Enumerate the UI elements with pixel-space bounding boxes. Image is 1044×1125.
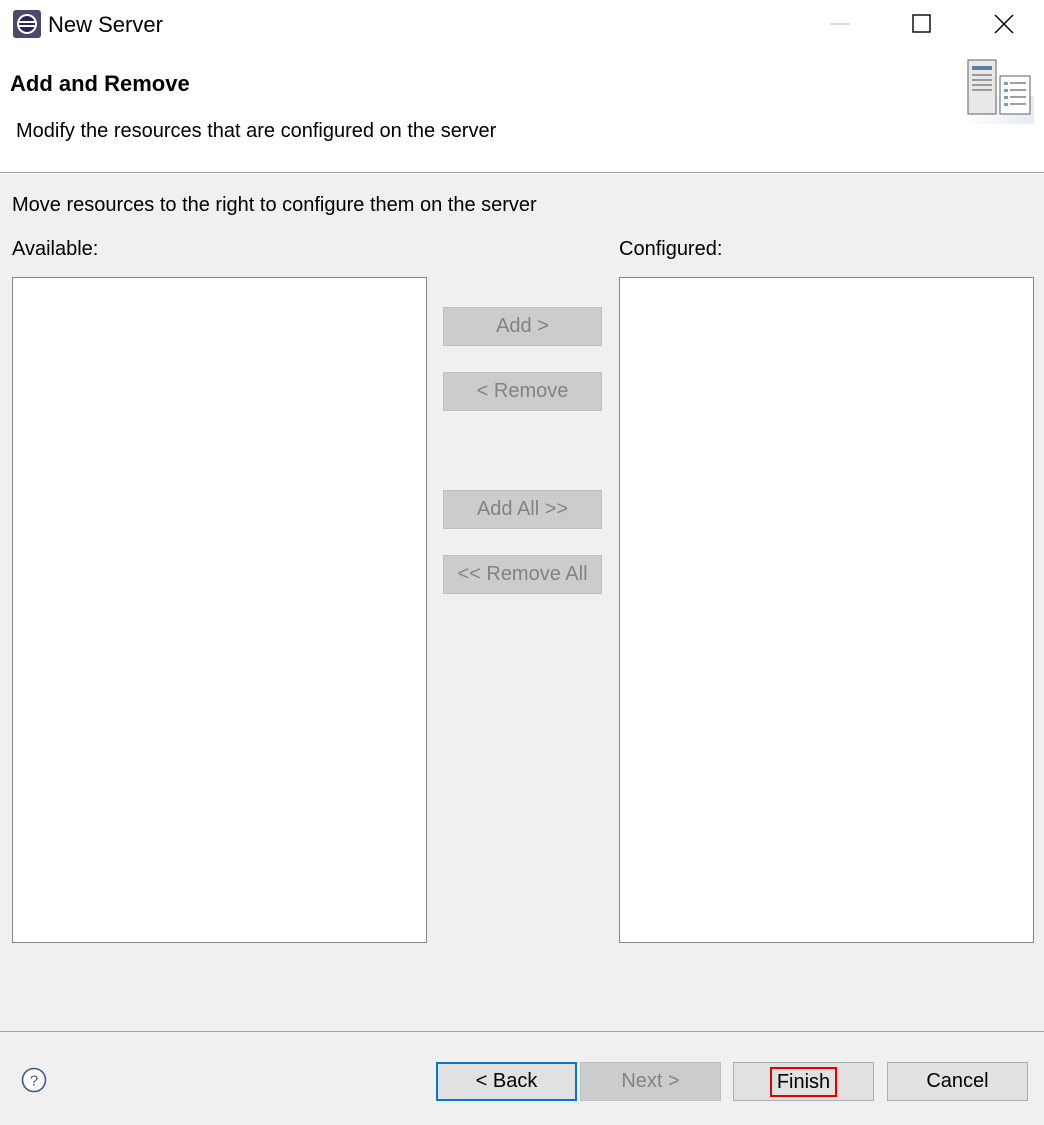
cancel-button[interactable]: Cancel (887, 1062, 1028, 1101)
wizard-content: Move resources to the right to configure… (0, 174, 1044, 1031)
server-wizard-icon (962, 59, 1034, 124)
instruction-text: Move resources to the right to configure… (12, 194, 537, 216)
page-description: Modify the resources that are configured… (16, 120, 497, 142)
maximize-icon (912, 14, 931, 33)
minimize-button[interactable] (800, 0, 880, 48)
close-icon (994, 14, 1014, 34)
wizard-banner: Add and Remove Modify the resources that… (0, 50, 1044, 173)
available-list[interactable] (12, 277, 427, 943)
close-button[interactable] (964, 0, 1044, 48)
remove-all-button[interactable]: << Remove All (443, 555, 602, 594)
page-title: Add and Remove (10, 71, 190, 96)
svg-text:?: ? (30, 1073, 38, 1090)
new-server-dialog: New Server Add and Remove Modify the res… (0, 0, 1044, 1125)
configured-list[interactable] (619, 277, 1034, 943)
available-label: Available: (12, 238, 99, 260)
eclipse-icon (13, 10, 41, 38)
title-bar: New Server (0, 0, 1044, 50)
button-bar: ? < Back Next > Finish Cancel (0, 1031, 1044, 1125)
configured-label: Configured: (619, 238, 723, 260)
back-button[interactable]: < Back (436, 1062, 577, 1101)
window-title: New Server (48, 12, 163, 37)
next-button[interactable]: Next > (580, 1062, 721, 1101)
add-all-button[interactable]: Add All >> (443, 490, 602, 529)
help-icon[interactable]: ? (21, 1067, 47, 1093)
finish-button[interactable]: Finish (733, 1062, 874, 1101)
remove-button[interactable]: < Remove (443, 372, 602, 411)
add-button[interactable]: Add > (443, 307, 602, 346)
maximize-button[interactable] (882, 0, 962, 48)
finish-label: Finish (769, 1066, 838, 1097)
minimize-icon (830, 23, 850, 25)
